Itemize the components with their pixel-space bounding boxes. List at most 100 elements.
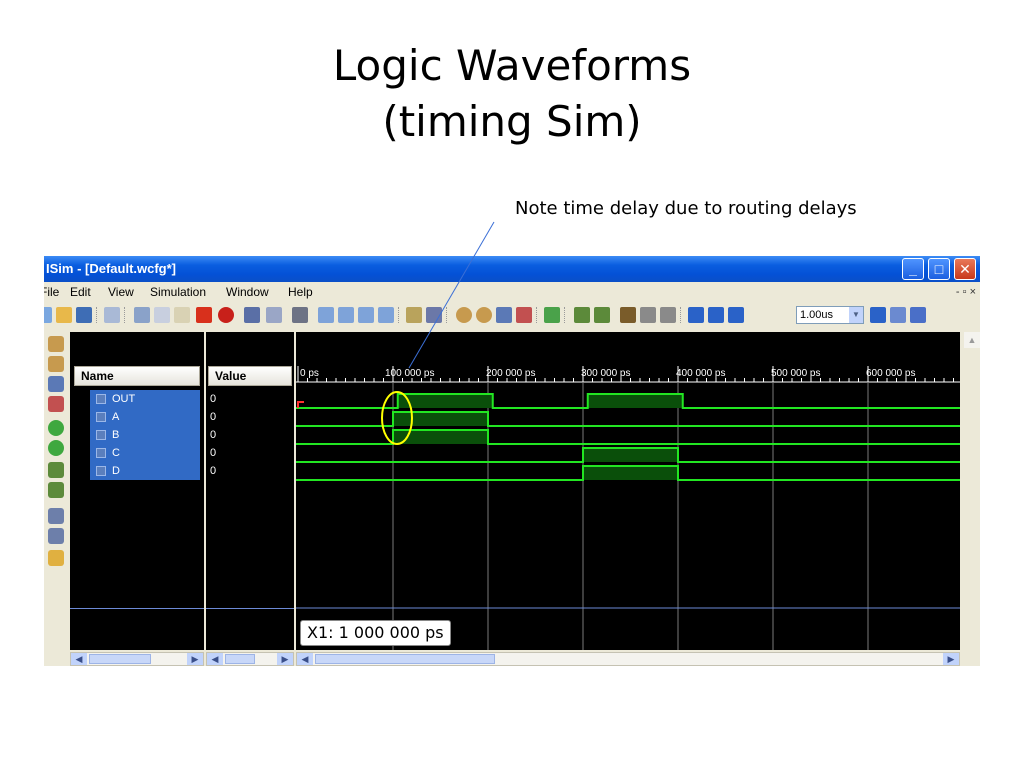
signal-name: D — [112, 465, 120, 477]
pause-icon[interactable] — [890, 307, 906, 323]
undo-icon[interactable] — [244, 307, 260, 323]
wave-hscrollbar[interactable]: ◀ ▶ — [296, 652, 960, 666]
refresh-icon[interactable] — [544, 307, 560, 323]
menu-simulation[interactable]: Simulation — [150, 282, 206, 302]
pin-icon[interactable] — [406, 307, 422, 323]
scroll-left-button[interactable]: ◀ — [207, 653, 223, 665]
zoom-in-icon[interactable] — [456, 307, 472, 323]
scroll-thumb[interactable] — [225, 654, 255, 664]
prev-edge-icon[interactable] — [574, 307, 590, 323]
toolbar-separator — [124, 307, 126, 323]
break-icon[interactable] — [910, 307, 926, 323]
group-icon[interactable] — [318, 307, 334, 323]
stop-icon[interactable] — [218, 307, 234, 323]
run-for-icon[interactable] — [728, 307, 744, 323]
waveform-panel[interactable]: 0 ps 100 000 ps 200 000 ps 300 000 ps 40… — [296, 332, 960, 650]
panel-divider — [70, 608, 204, 609]
swap-icon[interactable] — [48, 508, 64, 524]
new-icon[interactable] — [44, 307, 52, 323]
zoom-fit-icon[interactable] — [48, 376, 64, 392]
cascade-icon[interactable] — [378, 307, 394, 323]
signal-name: C — [112, 447, 120, 459]
prev-edge-icon[interactable] — [48, 462, 64, 478]
signal-high-region — [393, 412, 488, 426]
redo-icon[interactable] — [266, 307, 282, 323]
delete-icon[interactable] — [196, 307, 212, 323]
scroll-right-button[interactable]: ▶ — [187, 653, 203, 665]
maximize-button[interactable]: □ — [928, 258, 950, 280]
menu-edit[interactable]: Edit — [70, 282, 91, 302]
scroll-up-button[interactable]: ▲ — [964, 332, 980, 348]
chevron-down-icon[interactable]: ▼ — [849, 307, 863, 323]
marker-panel-icon[interactable] — [48, 550, 64, 566]
radix-icon[interactable] — [48, 528, 64, 544]
scroll-thumb[interactable] — [89, 654, 151, 664]
signal-row-d[interactable]: D — [90, 462, 200, 480]
signal-row-a[interactable]: A — [90, 408, 200, 426]
name-hscrollbar[interactable]: ◀ ▶ — [70, 652, 204, 666]
slide-title-line1: Logic Waveforms — [332, 41, 692, 90]
signal-value-panel: Value 0 0 0 0 0 — [206, 332, 294, 650]
open-folder-icon[interactable] — [56, 307, 72, 323]
signal-row-c[interactable]: C — [90, 444, 200, 462]
scroll-left-button[interactable]: ◀ — [71, 653, 87, 665]
slide-title-line2: (timing Sim) — [382, 97, 642, 146]
menu-file[interactable]: File — [44, 282, 59, 302]
menu-window[interactable]: Window — [226, 282, 269, 302]
find-icon[interactable] — [292, 307, 308, 323]
copy-icon[interactable] — [154, 307, 170, 323]
signal-row-b[interactable]: B — [90, 426, 200, 444]
scroll-thumb[interactable] — [315, 654, 495, 664]
run-time-field[interactable]: 1.00us ▼ — [796, 306, 864, 324]
value-column-header[interactable]: Value — [208, 366, 292, 386]
paste-icon[interactable] — [174, 307, 190, 323]
scroll-right-button[interactable]: ▶ — [277, 653, 293, 665]
marker-icon[interactable] — [620, 307, 636, 323]
close-button[interactable]: ✕ — [954, 258, 976, 280]
next-edge-icon[interactable] — [594, 307, 610, 323]
signal-icon — [96, 394, 106, 404]
minimize-button[interactable]: _ — [902, 258, 924, 280]
zoom-in-icon[interactable] — [48, 336, 64, 352]
menu-view[interactable]: View — [108, 282, 134, 302]
zoom-cursor-icon[interactable] — [516, 307, 532, 323]
divider-icon[interactable] — [338, 307, 354, 323]
signal-icon — [96, 466, 106, 476]
signal-high-region — [583, 466, 678, 480]
prev-marker-icon[interactable] — [640, 307, 656, 323]
mdi-controls[interactable]: - ▫ × — [956, 282, 976, 302]
panel-divider — [206, 608, 294, 609]
save-icon[interactable] — [76, 307, 92, 323]
value-hscrollbar[interactable]: ◀ ▶ — [206, 652, 294, 666]
signal-row-out[interactable]: OUT — [90, 390, 200, 408]
restart-icon[interactable] — [688, 307, 704, 323]
zoom-out-icon[interactable] — [48, 356, 64, 372]
scroll-left-button[interactable]: ◀ — [297, 653, 313, 665]
annotation-note: Note time delay due to routing delays — [515, 198, 857, 219]
menu-help[interactable]: Help — [288, 282, 313, 302]
toolbar-separator — [398, 307, 400, 323]
go-end-icon[interactable] — [48, 440, 64, 456]
signal-high-region — [587, 394, 683, 408]
toolbar-separator — [564, 307, 566, 323]
help-icon[interactable] — [426, 307, 442, 323]
window-icon[interactable] — [358, 307, 374, 323]
next-edge-icon[interactable] — [48, 482, 64, 498]
step-icon[interactable] — [870, 307, 886, 323]
zoom-fit-icon[interactable] — [496, 307, 512, 323]
cursor-time-label: X1: 1 000 000 ps — [300, 620, 451, 646]
waveform-canvas[interactable] — [296, 332, 960, 650]
zoom-out-icon[interactable] — [476, 307, 492, 323]
print-icon[interactable] — [104, 307, 120, 323]
signal-icon — [96, 448, 106, 458]
run-all-icon[interactable] — [708, 307, 724, 323]
scroll-right-button[interactable]: ▶ — [943, 653, 959, 665]
go-start-icon[interactable] — [48, 420, 64, 436]
signal-name: A — [112, 411, 120, 423]
signal-name: B — [112, 429, 120, 441]
name-column-header[interactable]: Name — [74, 366, 200, 386]
zoom-cursor-icon[interactable] — [48, 396, 64, 412]
next-marker-icon[interactable] — [660, 307, 676, 323]
cut-icon[interactable] — [134, 307, 150, 323]
signal-high-region — [397, 394, 493, 408]
